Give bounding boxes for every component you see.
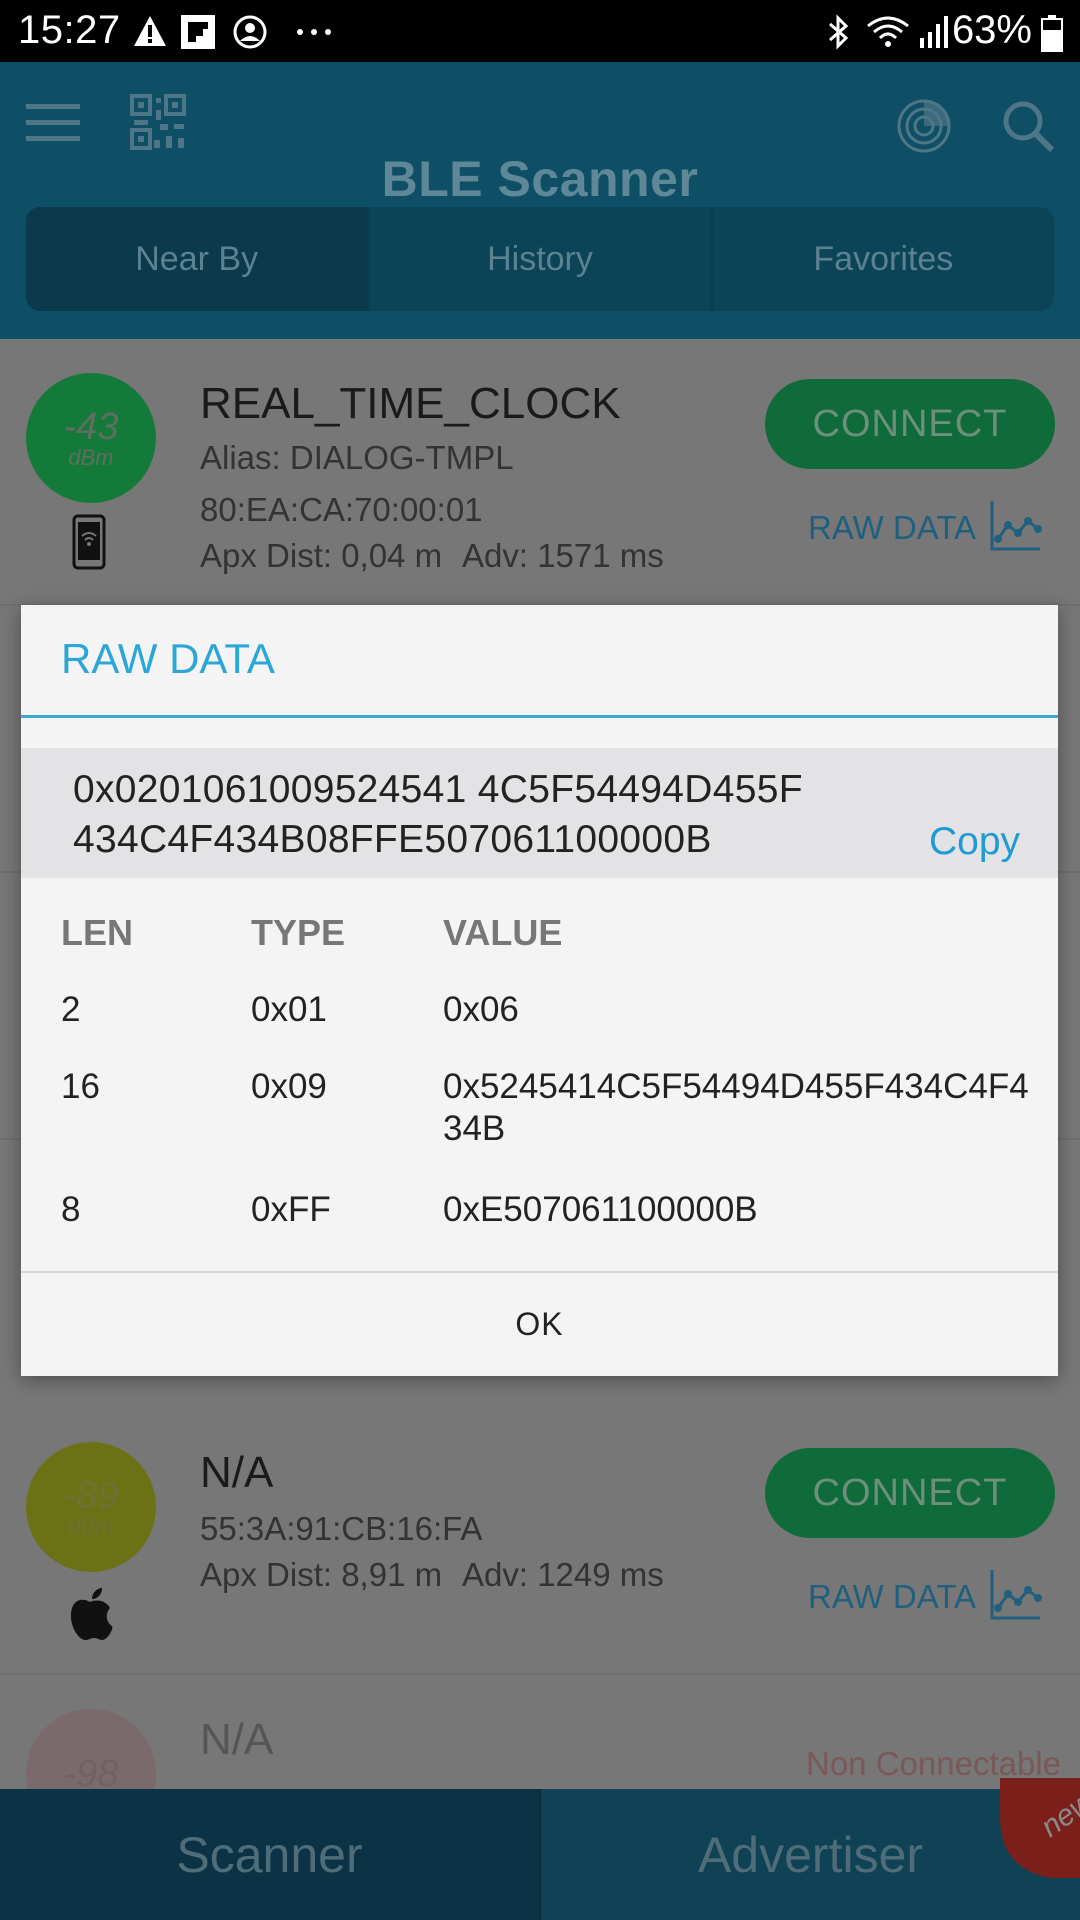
device-distance: Apx Dist: 8,91 m	[200, 1556, 443, 1593]
bottom-nav: Scanner Advertiser	[0, 1789, 1080, 1920]
device-mac: 55:3A:91:CB:16:FA	[200, 1510, 483, 1547]
raw-hex-box: 0x0201061009524541 4C5F54494D455F 434C4F…	[21, 748, 1058, 878]
row-type: 0x01	[251, 990, 327, 1029]
battery-level: 63%	[951, 8, 1032, 52]
column-header-len: LEN	[61, 912, 133, 953]
status-time: 15:27	[18, 8, 121, 52]
dialog-title: RAW DATA	[61, 635, 275, 682]
row-len: 2	[61, 990, 81, 1029]
dialog-title-divider	[21, 715, 1058, 718]
device-mac: 80:EA:CA:70:00:01	[200, 491, 483, 528]
device-name: N/A	[200, 1448, 274, 1497]
raw-hex-line-1: 0x0201061009524541 4C5F54494D455F	[73, 768, 803, 811]
device-distance: Apx Dist: 0,04 m	[200, 537, 443, 574]
device-row[interactable]: -43 dBm REAL_TIME_CLOCK Alias: DIALOG-TM…	[0, 339, 1080, 606]
graph-icon[interactable]	[988, 1568, 1042, 1622]
device-name: REAL_TIME_CLOCK	[200, 379, 621, 428]
app-bar: BLE Scanner Near By History Favorites	[0, 62, 1080, 339]
status-bar: 15:27 63%	[0, 0, 1080, 62]
tab-bar: Near By History Favorites	[26, 207, 1054, 311]
more-icon	[297, 29, 331, 35]
rssi-badge: -89 dBm	[26, 1442, 156, 1572]
search-icon[interactable]	[1000, 98, 1056, 154]
rssi-value: -43	[63, 405, 119, 448]
apple-icon	[70, 1588, 113, 1641]
qr-code-icon[interactable]	[130, 94, 186, 150]
row-value: 0xE507061100000B	[443, 1190, 758, 1229]
phone-icon	[72, 514, 106, 570]
connect-button[interactable]: CONNECT	[765, 1448, 1055, 1538]
flipboard-icon	[181, 15, 215, 49]
app-title: BLE Scanner	[381, 151, 699, 207]
device-row[interactable]: -89 dBm N/A 55:3A:91:CB:16:FA Apx Dist: …	[0, 1408, 1080, 1675]
device-row[interactable]: -98 N/A Non Connectable	[0, 1675, 1080, 1839]
graph-icon[interactable]	[988, 499, 1042, 553]
row-len: 16	[61, 1067, 100, 1106]
row-value: 0x5245414C5F54494D455F434C4F434B	[443, 1067, 1029, 1148]
device-alias: Alias: DIALOG-TMPL	[200, 439, 514, 476]
tab-history[interactable]: History	[369, 207, 713, 311]
wifi-icon	[867, 16, 909, 47]
row-type: 0xFF	[251, 1190, 331, 1229]
rssi-value: -89	[63, 1474, 119, 1517]
device-name: N/A	[200, 1715, 274, 1764]
rssi-unit: dBm	[68, 1513, 114, 1539]
signal-icon	[920, 16, 948, 48]
bluetooth-icon	[829, 14, 849, 50]
raw-hex-line-2: 434C4F434B08FFE507061100000B	[73, 818, 712, 861]
device-adv-interval: Adv: 1249 ms	[462, 1556, 664, 1593]
raw-data-link[interactable]: RAW DATA	[808, 1578, 976, 1616]
row-type: 0x09	[251, 1067, 327, 1106]
connect-button[interactable]: CONNECT	[765, 379, 1055, 469]
account-icon	[233, 15, 267, 49]
row-len: 8	[61, 1190, 81, 1229]
ok-button[interactable]: OK	[21, 1273, 1058, 1376]
tab-favorites[interactable]: Favorites	[713, 207, 1054, 311]
copy-button[interactable]: Copy	[929, 820, 1020, 864]
raw-data-dialog: RAW DATA 0x0201061009524541 4C5F54494D45…	[21, 605, 1058, 1376]
nav-scanner[interactable]: Scanner	[0, 1789, 541, 1920]
rssi-badge: -43 dBm	[26, 373, 156, 503]
menu-icon[interactable]	[26, 100, 80, 144]
row-value: 0x06	[443, 990, 519, 1029]
column-header-type: TYPE	[251, 912, 346, 953]
new-badge: new	[1000, 1778, 1080, 1878]
radar-icon[interactable]	[896, 98, 952, 154]
warning-icon	[134, 16, 166, 46]
raw-data-link[interactable]: RAW DATA	[808, 509, 976, 547]
column-header-value: VALUE	[443, 912, 563, 953]
tab-near-by[interactable]: Near By	[26, 207, 370, 311]
rssi-unit: dBm	[68, 444, 114, 470]
battery-icon	[1041, 15, 1063, 52]
device-adv-interval: Adv: 1571 ms	[462, 537, 664, 574]
